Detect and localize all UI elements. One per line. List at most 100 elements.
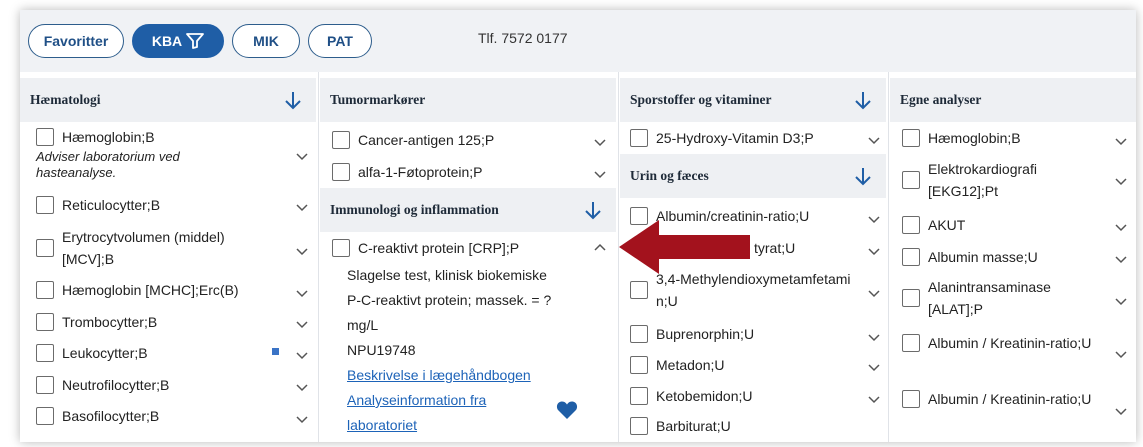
list-item[interactable]: Ketobemidon;U [630,386,753,406]
list-item[interactable]: Albumin masse;U [902,247,1038,267]
chevron-down-icon[interactable] [296,352,308,360]
checkbox[interactable] [36,128,54,146]
chevron-down-icon[interactable] [1115,256,1127,264]
checkbox[interactable] [36,376,54,394]
checkbox[interactable] [630,356,648,374]
item-label: Reticulocytter;B [62,197,161,213]
checkbox[interactable] [630,281,648,299]
chevron-down-icon[interactable] [296,321,308,329]
checkbox[interactable] [630,387,648,405]
list-item[interactable]: Neutrofilocytter;B [36,375,169,395]
checkbox[interactable] [630,325,648,343]
chevron-down-icon[interactable] [868,334,880,342]
chevron-down-icon[interactable] [868,216,880,224]
list-item[interactable]: Albumin / Kreatinin-ratio;U [902,388,1102,410]
list-item[interactable]: AKUT [902,215,965,235]
list-item[interactable]: Buprenorphin;U [630,324,754,344]
list-item[interactable]: Elektrokardiografi [EKG12];Pt [902,158,1102,202]
chevron-down-icon[interactable] [594,171,606,179]
detail-name: P-C-reaktivt protein; massek. = ? [347,292,552,308]
phone-number: Tlf. 7572 0177 [478,30,568,46]
checkbox[interactable] [332,239,350,257]
checkbox[interactable] [36,313,54,331]
checkbox[interactable] [902,216,920,234]
chevron-down-icon[interactable] [1115,224,1127,232]
tab-mik-label: MIK [253,33,279,49]
list-item[interactable]: Reticulocytter;B [36,195,160,215]
list-item[interactable]: Hæmoglobin;B [902,128,1021,148]
tab-kba[interactable]: KBA [132,24,224,58]
chevron-down-icon[interactable] [594,139,606,147]
arrow-down-icon[interactable] [584,200,602,220]
chevron-up-icon[interactable] [594,243,606,251]
list-item[interactable]: Alanintransaminase [ALAT];P [902,276,1102,320]
item-label: Leukocytter;B [62,345,148,361]
list-item[interactable]: Trombocytter;B [36,312,157,332]
chevron-down-icon[interactable] [1115,178,1127,186]
item-label: Albumin / Kreatinin-ratio;U [928,391,1092,407]
list-item[interactable]: Leukocytter;B [36,343,148,363]
checkbox[interactable] [630,129,648,147]
chevron-down-icon[interactable] [296,290,308,298]
lab-note: Adviser laboratorium ved hasteanalyse. [36,149,180,180]
list-item[interactable]: alfa-1-Føtoprotein;P [332,162,483,182]
checkbox[interactable] [36,239,54,257]
chevron-down-icon[interactable] [868,290,880,298]
checkbox[interactable] [36,344,54,362]
chevron-down-icon[interactable] [296,248,308,256]
tab-pat[interactable]: PAT [308,24,372,58]
heart-icon[interactable] [556,400,578,420]
chevron-down-icon[interactable] [1115,351,1127,359]
detail-code: NPU19748 [347,342,416,358]
checkbox[interactable] [902,334,920,352]
checkbox[interactable] [36,407,54,425]
tab-favorites[interactable]: Favoritter [28,24,124,58]
list-item[interactable]: Cancer-antigen 125;P [332,130,494,150]
tab-mik[interactable]: MIK [232,24,300,58]
list-item[interactable]: Barbiturat;U [630,416,731,436]
checkbox[interactable] [332,131,350,149]
arrow-down-icon[interactable] [284,90,302,110]
list-item[interactable]: Erytrocytvolumen (middel) [MCV];B [36,226,286,270]
chevron-down-icon[interactable] [296,416,308,424]
checkbox[interactable] [332,163,350,181]
list-item[interactable]: tyrat;U [754,238,795,258]
section-title: Sporstoffer og vitaminer [630,92,772,107]
app-frame: Favoritter KBA MIK PAT Tlf. 7572 0177 Hæ… [20,10,1136,442]
chevron-down-icon[interactable] [1115,138,1127,146]
chevron-down-icon[interactable] [1115,408,1127,416]
list-item[interactable]: Hæmoglobin;B [36,127,155,147]
chevron-down-icon[interactable] [868,364,880,372]
chevron-down-icon[interactable] [296,384,308,392]
analysis-info-link-cont[interactable]: laboratoriet [347,417,417,433]
checkbox[interactable] [36,281,54,299]
list-item[interactable]: 25-Hydroxy-Vitamin D3;P [630,128,814,148]
arrow-down-icon[interactable] [854,166,872,186]
manual-link[interactable]: Beskrivelse i lægehåndbogen [347,367,531,383]
square-marker-icon [272,348,279,355]
chevron-down-icon[interactable] [1115,298,1127,306]
list-item[interactable]: Basofilocytter;B [36,406,159,426]
arrow-down-icon[interactable] [854,90,872,110]
chevron-down-icon[interactable] [296,204,308,212]
checkbox[interactable] [36,196,54,214]
list-item-expanded[interactable]: C-reaktivt protein [CRP];P [332,238,519,258]
checkbox[interactable] [902,390,920,408]
tab-kba-label: KBA [151,33,183,49]
chevron-down-icon[interactable] [868,248,880,256]
item-label: Albumin / Kreatinin-ratio;U [928,335,1092,351]
analysis-info-link[interactable]: Analyseinformation fra [347,392,486,408]
list-item[interactable]: Albumin / Kreatinin-ratio;U [902,332,1102,354]
chevron-down-icon[interactable] [868,137,880,145]
column-divider [888,72,889,442]
checkbox[interactable] [630,417,648,435]
checkbox[interactable] [902,248,920,266]
list-item[interactable]: Hæmoglobin [MCHC];Erc(B) [36,280,239,300]
list-item[interactable]: Metadon;U [630,355,724,375]
chevron-down-icon[interactable] [868,396,880,404]
chevron-down-icon[interactable] [296,153,308,161]
checkbox[interactable] [902,171,920,189]
checkbox[interactable] [902,289,920,307]
checkbox[interactable] [902,129,920,147]
item-label: Albumin masse;U [928,249,1038,265]
